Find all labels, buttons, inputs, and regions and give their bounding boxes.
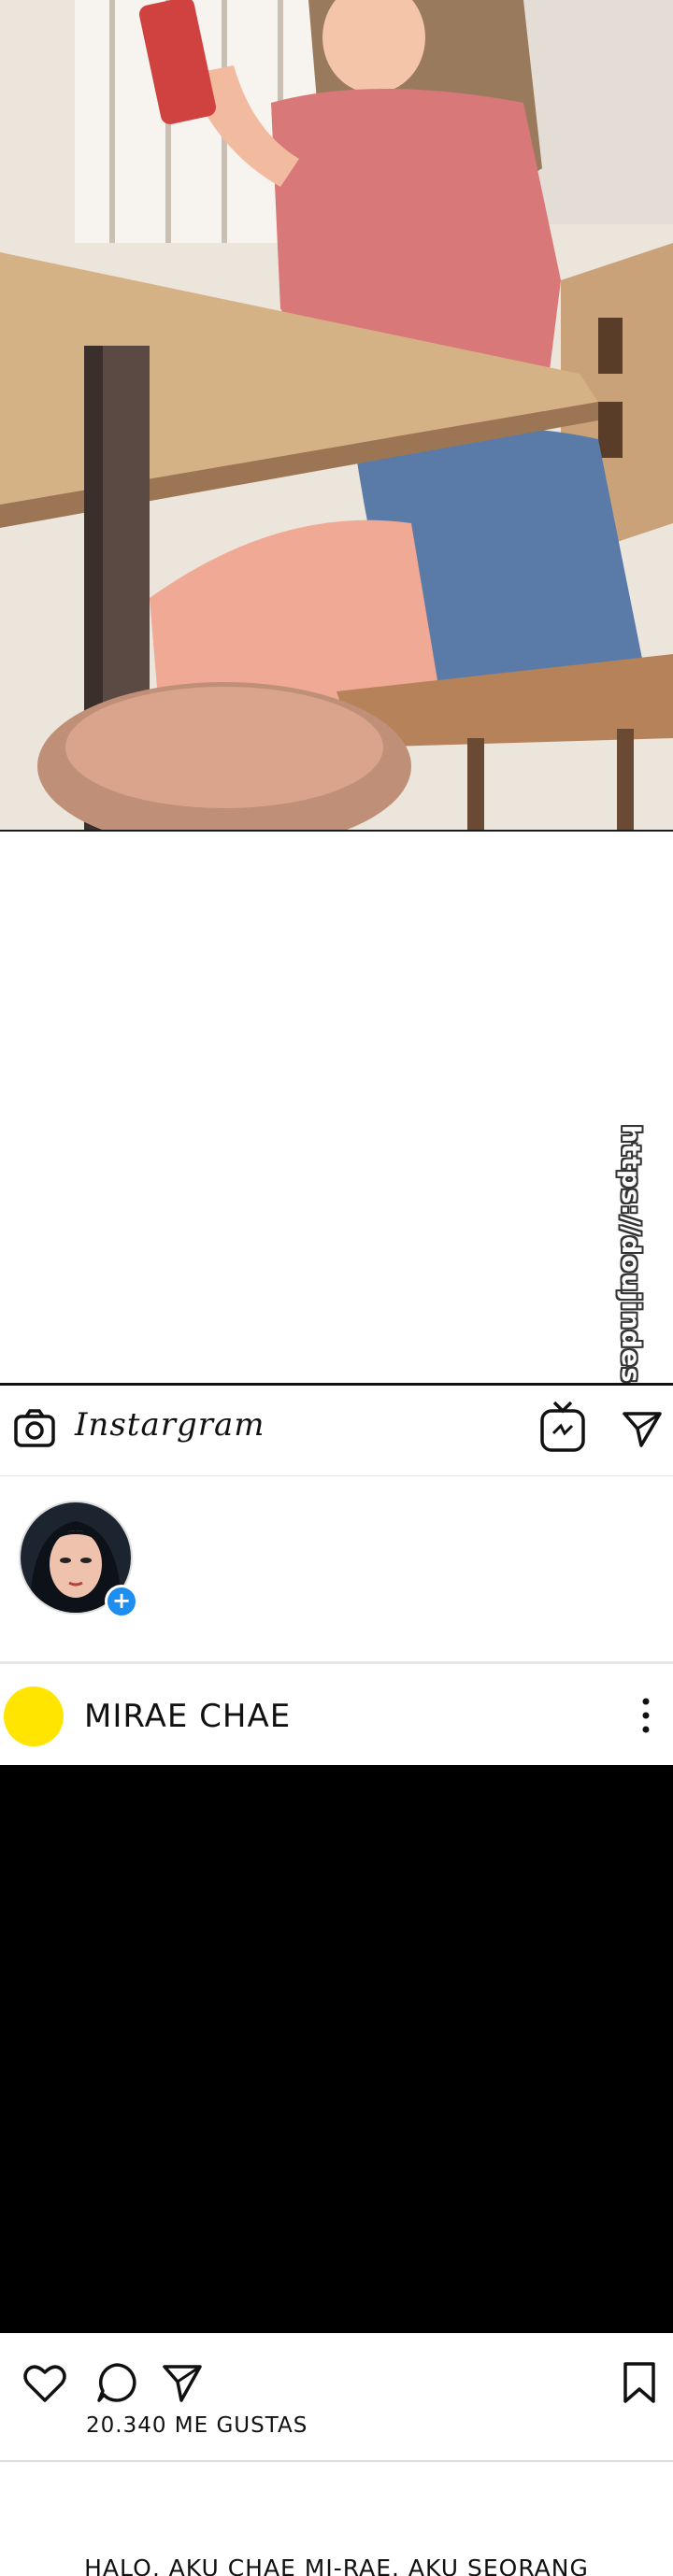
- post-action-bar: 20.340 ME GUSTAS: [0, 2333, 673, 2459]
- bookmark-icon[interactable]: [621, 2361, 658, 2404]
- comment-icon[interactable]: [95, 2361, 138, 2404]
- caption-area: HALO, AKU CHAE MI-RAE. AKU SEORANG: [0, 2532, 673, 2576]
- likes-count[interactable]: 20.340 ME GUSTAS: [86, 2413, 308, 2438]
- post-header: MIRAE CHAE: [0, 1664, 673, 1765]
- comic-panel-image: [0, 0, 673, 832]
- camera-icon[interactable]: [13, 1408, 56, 1449]
- app-title: Instargram: [75, 1406, 265, 1444]
- more-options-icon[interactable]: [632, 1692, 660, 1739]
- igtv-icon[interactable]: [538, 1399, 587, 1455]
- post-caption: HALO, AKU CHAE MI-RAE. AKU SEORANG: [84, 2555, 589, 2576]
- heart-icon[interactable]: [22, 2363, 67, 2404]
- add-story-badge[interactable]: +: [105, 1585, 138, 1618]
- app-header: Instargram: [0, 1386, 673, 1476]
- send-icon[interactable]: [161, 2361, 204, 2404]
- user-avatar[interactable]: [4, 1686, 64, 1746]
- stories-bar: +: [0, 1476, 673, 1664]
- post-username[interactable]: MIRAE CHAE: [84, 1698, 291, 1735]
- post-media[interactable]: [0, 1765, 673, 2333]
- direct-message-icon[interactable]: [621, 1406, 664, 1449]
- section-divider: [0, 2460, 673, 2462]
